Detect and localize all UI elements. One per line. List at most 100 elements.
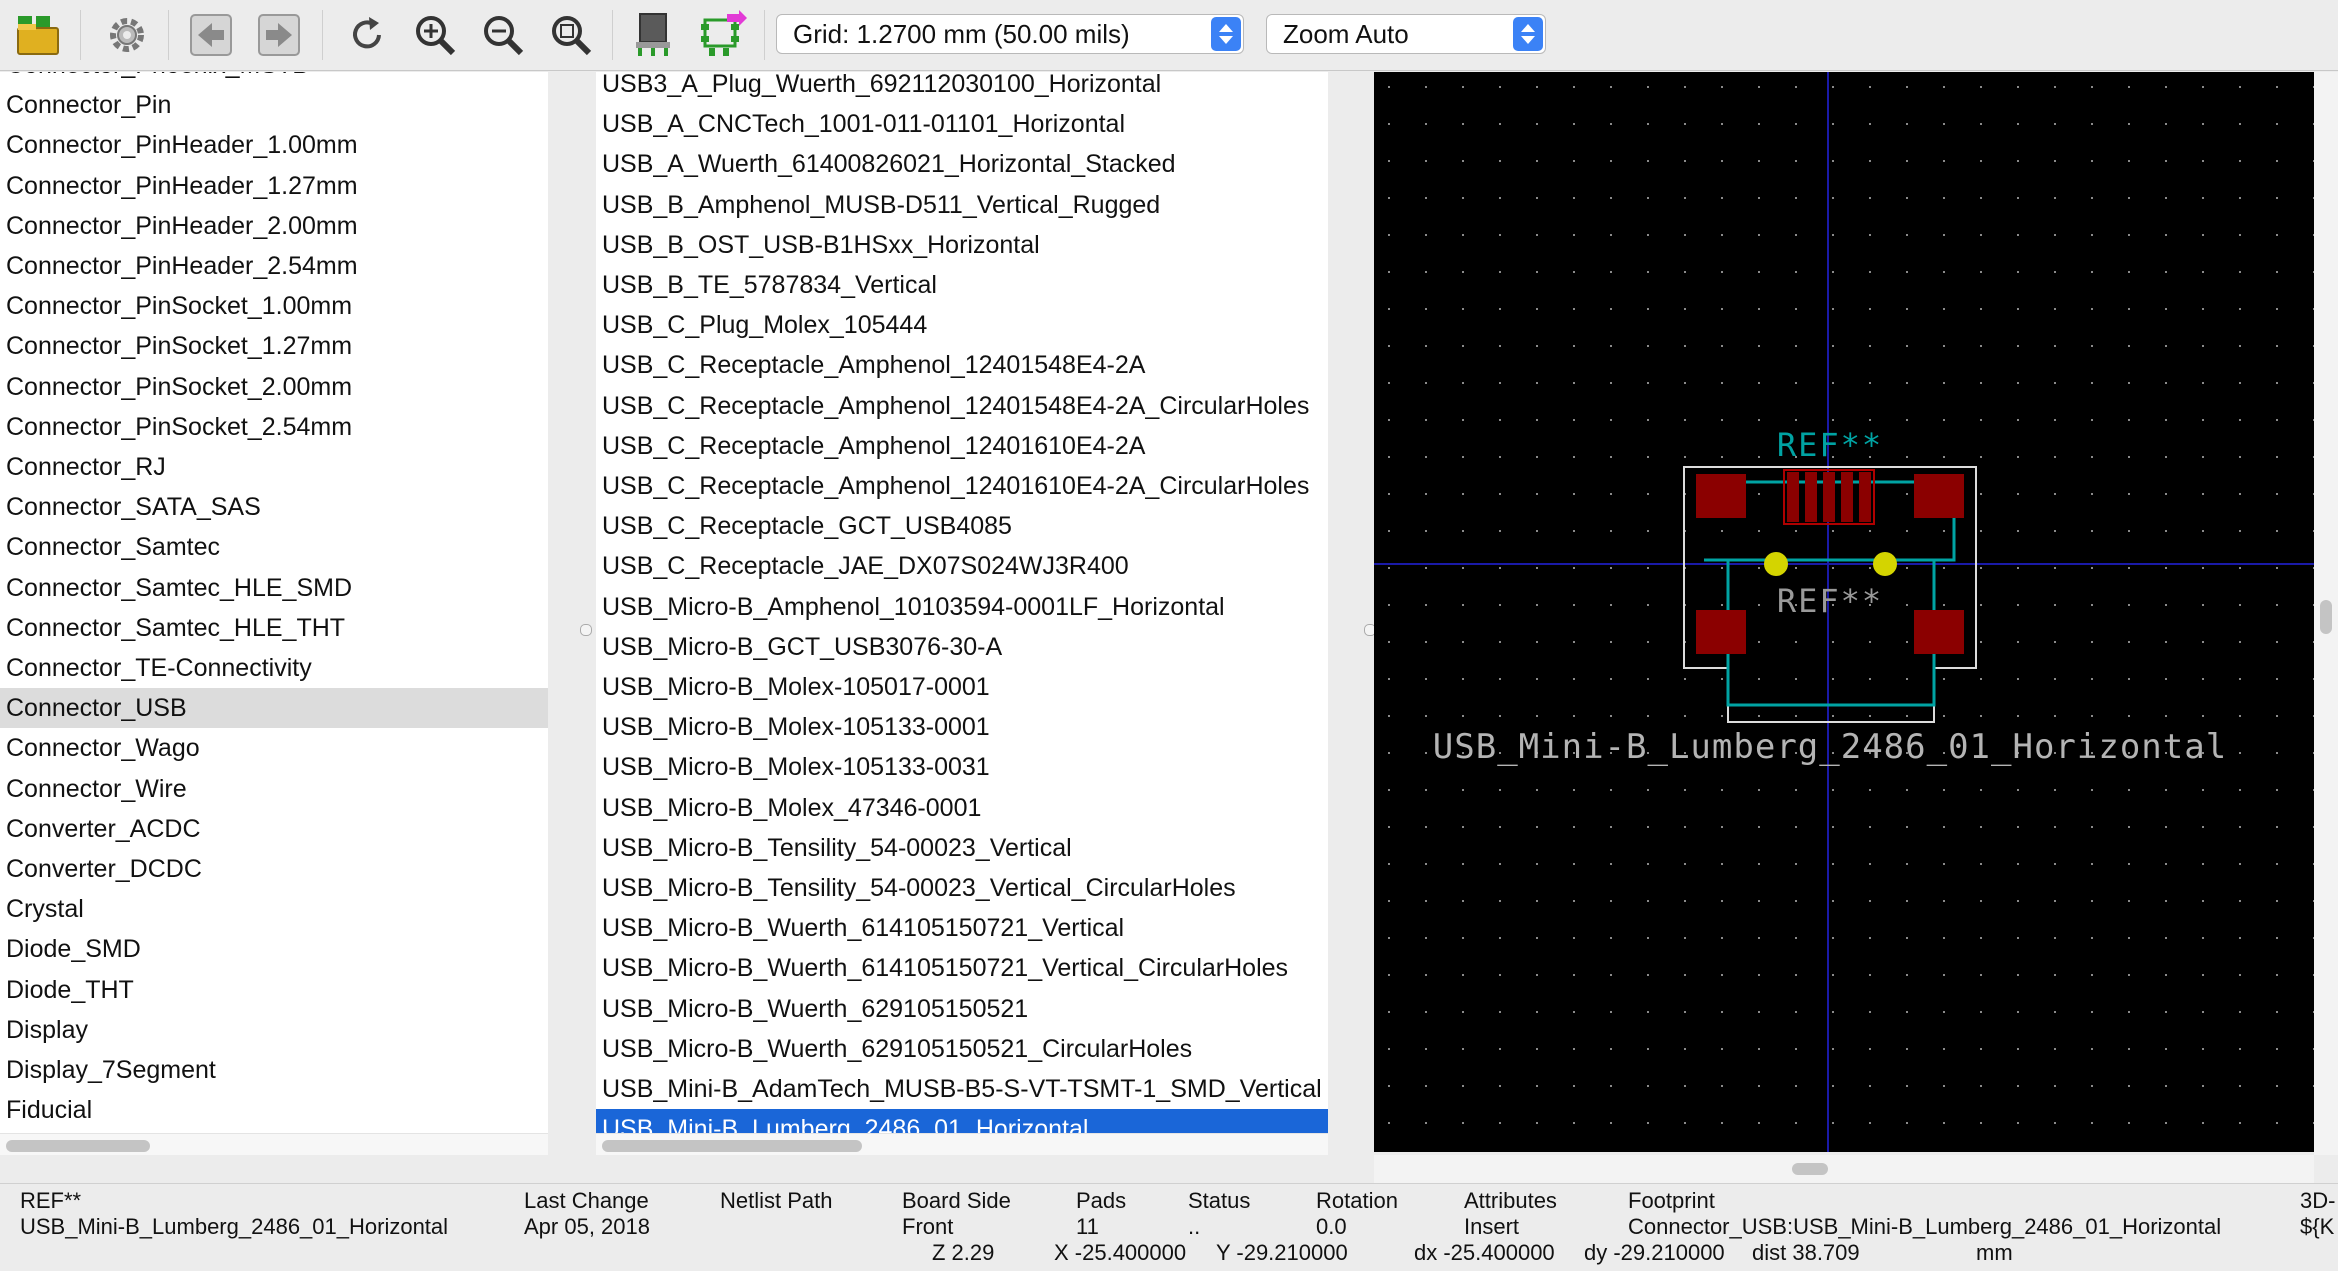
library-item[interactable]: Connector_Samtec_HLE_THT <box>0 608 548 648</box>
footprint-item[interactable]: USB_Micro-B_Wuerth_614105150721_Vertical… <box>596 948 1328 988</box>
library-item[interactable]: Connector_Samtec <box>0 527 548 567</box>
insert-footprint-button[interactable] <box>694 6 752 64</box>
library-item[interactable]: Connector_RJ <box>0 447 548 487</box>
pads-value: 11 <box>1076 1214 1099 1239</box>
library-item[interactable]: Connector_PinSocket_2.54mm <box>0 407 548 447</box>
library-item[interactable]: Diode_SMD <box>0 929 548 969</box>
footprint-item[interactable]: USB_Micro-B_Molex_47346-0001 <box>596 788 1328 828</box>
library-item[interactable]: Connector_PinHeader_2.00mm <box>0 206 548 246</box>
footprint-item[interactable]: USB_Micro-B_Tensility_54-00023_Vertical_… <box>596 868 1328 908</box>
pad-mount-bottom-right[interactable] <box>1914 610 1964 654</box>
library-hscrollbar[interactable] <box>0 1133 548 1155</box>
footprint-item[interactable]: USB_Micro-B_Wuerth_614105150721_Vertical <box>596 908 1328 948</box>
library-item[interactable]: Connector_PinSocket_1.27mm <box>0 326 548 366</box>
footprint-item[interactable]: USB_A_Wuerth_61400826021_Horizontal_Stac… <box>596 144 1328 184</box>
footprint-item[interactable]: USB_Micro-B_Molex-105133-0001 <box>596 707 1328 747</box>
zoom-select[interactable]: Zoom Auto <box>1266 14 1546 54</box>
zoom-fit-button[interactable] <box>542 6 600 64</box>
footprint-item[interactable]: USB_Micro-B_GCT_USB3076-30-A <box>596 627 1328 667</box>
library-item[interactable]: Display_7Segment <box>0 1050 548 1090</box>
netlist-path-value <box>720 1214 833 1240</box>
pad-2[interactable] <box>1805 472 1817 522</box>
footprint-item[interactable]: USB_C_Receptacle_Amphenol_12401548E4-2A_… <box>596 386 1328 426</box>
library-item[interactable]: Connector_PinSocket_1.00mm <box>0 286 548 326</box>
footprint-canvas-splitter[interactable] <box>1352 72 1376 1155</box>
pad-4[interactable] <box>1841 472 1853 522</box>
library-footprint-splitter[interactable] <box>552 72 596 1155</box>
canvas-hscroll-thumb[interactable] <box>1792 1163 1828 1175</box>
redraw-button[interactable] <box>338 6 396 64</box>
netlist-path-label: Netlist Path <box>720 1188 833 1213</box>
pad-1[interactable] <box>1787 472 1799 522</box>
library-item[interactable]: Connector_USB <box>0 688 548 729</box>
3d-viewer-button[interactable] <box>624 6 682 64</box>
forward-button[interactable] <box>250 6 308 64</box>
library-hscroll-thumb[interactable] <box>6 1140 150 1152</box>
pad-mount-top-right[interactable] <box>1914 474 1964 518</box>
library-item[interactable]: Connector_Samtec_HLE_SMD <box>0 568 548 608</box>
canvas-vscrollbar[interactable] <box>2314 72 2338 1155</box>
library-item[interactable]: Crystal <box>0 889 548 929</box>
library-item[interactable]: Connector_PinHeader_1.00mm <box>0 125 548 165</box>
footprint-item[interactable]: USB_C_Receptacle_JAE_DX07S024WJ3R400 <box>596 546 1328 586</box>
canvas-vscroll-thumb[interactable] <box>2320 600 2332 634</box>
footprint-item[interactable]: USB_C_Receptacle_Amphenol_12401610E4-2A_… <box>596 466 1328 506</box>
footprint-item[interactable]: USB_Micro-B_Amphenol_10103594-0001LF_Hor… <box>596 587 1328 627</box>
library-item[interactable]: Connector_SATA_SAS <box>0 487 548 527</box>
footprint-item[interactable]: USB_C_Receptacle_Amphenol_12401548E4-2A <box>596 345 1328 385</box>
back-button[interactable] <box>182 6 240 64</box>
library-item[interactable]: Connector_Pin <box>0 85 548 125</box>
footprint-item[interactable]: USB_C_Plug_Molex_105444 <box>596 305 1328 345</box>
value-text[interactable]: USB_Mini-B_Lumberg_2486_01_Horizontal <box>1433 727 2227 767</box>
library-item[interactable]: Connector_Wire <box>0 769 548 809</box>
canvas-hscrollbar[interactable] <box>1374 1155 2314 1183</box>
footprint-item[interactable]: USB_Mini-B_AdamTech_MUSB-B5-S-VT-TSMT-1_… <box>596 1069 1328 1109</box>
library-item[interactable]: Connector_Phoenix_MSTB <box>0 72 548 85</box>
footprint-hscroll-thumb[interactable] <box>602 1140 862 1152</box>
library-item[interactable]: Fiducial <box>0 1090 548 1130</box>
footprint-item[interactable]: USB_Micro-B_Wuerth_629105150521_Circular… <box>596 1029 1328 1069</box>
refresh-icon <box>353 17 381 49</box>
toolbar: Grid: 1.2700 mm (50.00 mils) Zoom Auto <box>0 0 2338 71</box>
footprint-item[interactable]: USB_Micro-B_Molex-105133-0031 <box>596 747 1328 787</box>
pad-5[interactable] <box>1859 472 1871 522</box>
footprint-drawing[interactable]: REF** REF** USB_Mini-B_Lumberg_2486_01_H… <box>1374 72 2314 1152</box>
library-item[interactable]: Converter_DCDC <box>0 849 548 889</box>
footprint-item[interactable]: USB_B_TE_5787834_Vertical <box>596 265 1328 305</box>
library-item[interactable]: Connector_PinHeader_2.54mm <box>0 246 548 286</box>
library-item[interactable]: Connector_PinSocket_2.00mm <box>0 367 548 407</box>
footprint-value: Connector_USB:USB_Mini-B_Lumberg_2486_01… <box>1628 1214 2222 1239</box>
footprint-item[interactable]: USB_C_Receptacle_Amphenol_12401610E4-2A <box>596 426 1328 466</box>
settings-button[interactable] <box>98 6 156 64</box>
footprint-item[interactable]: USB_A_CNCTech_1001-011-01101_Horizontal <box>596 104 1328 144</box>
pad-3[interactable] <box>1823 472 1835 522</box>
library-item[interactable]: Converter_ACDC <box>0 809 548 849</box>
footprint-canvas[interactable]: REF** REF** USB_Mini-B_Lumberg_2486_01_H… <box>1374 72 2314 1152</box>
footprint-item[interactable]: USB_B_Amphenol_MUSB-D511_Vertical_Rugged <box>596 185 1328 225</box>
library-item[interactable]: Display <box>0 1010 548 1050</box>
library-item[interactable]: Connector_PinHeader_1.27mm <box>0 166 548 206</box>
library-item[interactable]: Connector_Wago <box>0 728 548 768</box>
footprint-item[interactable]: USB_B_OST_USB-B1HSxx_Horizontal <box>596 225 1328 265</box>
footprint-hscrollbar[interactable] <box>596 1133 1328 1155</box>
footprint-item[interactable]: USB_Micro-B_Molex-105017-0001 <box>596 667 1328 707</box>
pad-mount-top-left[interactable] <box>1696 474 1746 518</box>
library-item[interactable]: Diode_THT <box>0 970 548 1010</box>
footprint-item[interactable]: USB_Micro-B_Tensility_54-00023_Vertical <box>596 828 1328 868</box>
footprint-item[interactable]: USB_Micro-B_Wuerth_629105150521 <box>596 989 1328 1029</box>
ref-fab-text[interactable]: REF** <box>1777 582 1883 620</box>
ref-silkscreen-text[interactable]: REF** <box>1777 426 1883 464</box>
status-value: .. <box>1188 1214 1201 1239</box>
library-item[interactable]: Connector_TE-Connectivity <box>0 648 548 688</box>
zoom-out-button[interactable] <box>474 6 532 64</box>
pad-mount-bottom-left[interactable] <box>1696 610 1746 654</box>
zoom-in-button[interactable] <box>406 6 464 64</box>
chevron-updown-icon <box>1513 17 1543 51</box>
load-footprint-button[interactable] <box>10 6 68 64</box>
footprint-item[interactable]: USB_C_Receptacle_GCT_USB4085 <box>596 506 1328 546</box>
footprint-item[interactable]: USB3_A_Plug_Wuerth_692112030100_Horizont… <box>596 72 1328 104</box>
rotation-value: 0.0 <box>1316 1214 1347 1239</box>
grid-select[interactable]: Grid: 1.2700 mm (50.00 mils) <box>776 14 1244 54</box>
library-list[interactable]: Connector_Phoenix_MSTBConnector_PinConne… <box>0 72 548 1155</box>
footprint-list[interactable]: USB3_A_Plug_Wuerth_692112030100_Horizont… <box>596 72 1328 1155</box>
